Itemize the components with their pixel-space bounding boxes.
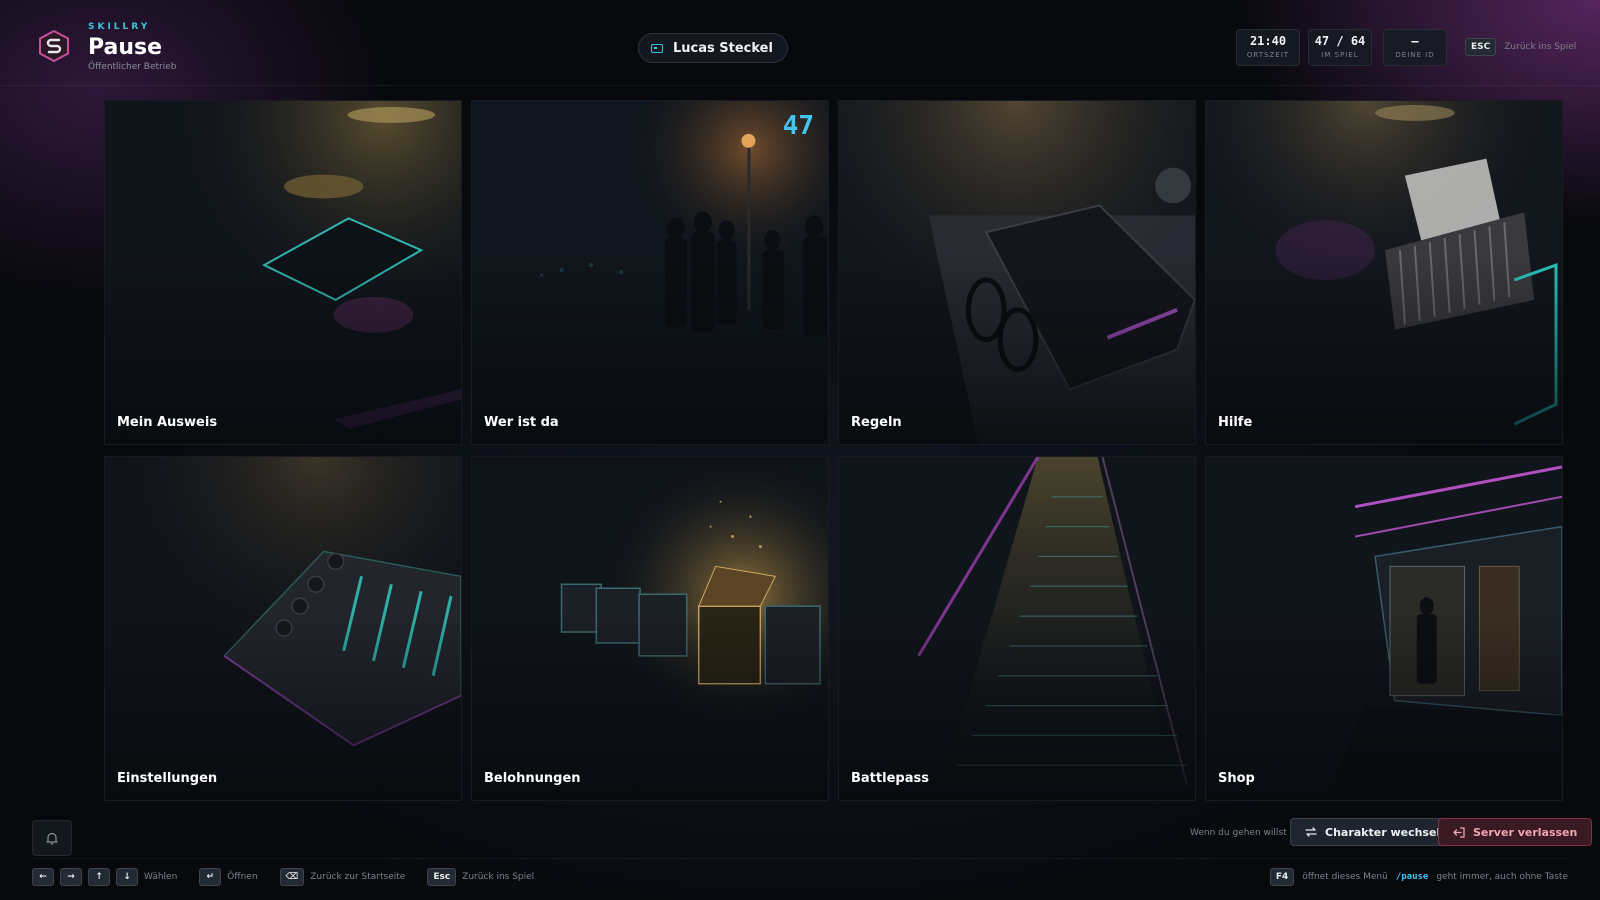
tile-battlepass[interactable]: Battlepass xyxy=(838,456,1196,801)
stat-value: 47 / 64 xyxy=(1314,34,1366,48)
notifications-button[interactable] xyxy=(32,820,72,856)
swap-icon xyxy=(1305,827,1317,837)
back-home-hint-label: Zurück zur Startseite xyxy=(310,872,406,882)
stat-players-online: 47 / 64 IM SPIEL xyxy=(1308,29,1372,66)
online-count: 47 xyxy=(782,111,814,141)
back-to-game-hint-label: Zurück ins Spiel xyxy=(462,872,535,882)
id-card-icon xyxy=(651,43,663,53)
keyboard-hints: ← → ↑ ↓ Wählen ↵ Öffnen ⌫ Zurück zur Sta… xyxy=(32,868,534,886)
tile-shade xyxy=(1206,457,1562,800)
tile-shade xyxy=(472,457,828,800)
tile-shade xyxy=(105,101,461,444)
player-name-pill[interactable]: Lucas Steckel xyxy=(638,33,788,63)
stat-label: ORTSZEIT xyxy=(1246,51,1290,59)
pause-hint-label: geht immer, auch ohne Taste xyxy=(1436,872,1568,882)
esc-key: ESC xyxy=(1465,38,1497,56)
back-to-game-hint[interactable]: ESC Zurück ins Spiel xyxy=(1465,38,1576,56)
back-to-game-label: Zurück ins Spiel xyxy=(1504,42,1577,52)
stat-value: 21:40 xyxy=(1249,34,1287,48)
tile-belohnungen[interactable]: Belohnungen xyxy=(471,456,829,801)
open-hint-label: Öffnen xyxy=(227,872,258,882)
brand-name: SKILLRY xyxy=(88,22,151,32)
tile-label: Hilfe xyxy=(1218,415,1253,430)
leave-hint-text: Wenn du gehen willst xyxy=(1190,828,1287,838)
stat-local-time: 21:40 ORTSZEIT xyxy=(1236,29,1300,66)
header: SKILLRY Pause Öffentlicher Betrieb Lucas… xyxy=(0,0,1600,86)
stat-value: – xyxy=(1411,34,1419,48)
switch-character-label: Charakter wechseln xyxy=(1325,825,1449,839)
f4-key: F4 xyxy=(1269,868,1295,886)
f4-hint-label: öffnet dieses Menü xyxy=(1302,872,1388,882)
backspace-key: ⌫ xyxy=(279,868,305,886)
tile-label: Shop xyxy=(1218,771,1255,786)
tile-label: Wer ist da xyxy=(484,415,559,430)
tile-wer-ist-da[interactable]: 47 Wer ist da xyxy=(471,100,829,445)
enter-key: ↵ xyxy=(199,868,222,886)
tile-shade xyxy=(472,101,828,444)
bell-icon xyxy=(46,832,58,845)
tile-label: Einstellungen xyxy=(117,771,218,786)
select-hint-label: Wählen xyxy=(144,872,178,882)
esc-key: Esc xyxy=(427,868,457,886)
player-name: Lucas Steckel xyxy=(673,40,773,56)
tile-shade xyxy=(105,457,461,800)
tile-einstellungen[interactable]: Einstellungen xyxy=(104,456,462,801)
stat-label: IM SPIEL xyxy=(1321,51,1359,59)
exit-icon xyxy=(1453,826,1465,838)
tile-shade xyxy=(1206,101,1562,444)
tile-label: Belohnungen xyxy=(484,771,581,786)
tile-mein-ausweis[interactable]: Mein Ausweis xyxy=(104,100,462,445)
tile-shade xyxy=(839,101,1195,444)
tile-label: Battlepass xyxy=(851,771,929,786)
server-mode: Öffentlicher Betrieb xyxy=(88,62,177,72)
menu-grid: Mein Ausweis 47 Wer ist da Regeln Hilfe … xyxy=(104,100,1563,801)
arrow-left-key: ← xyxy=(32,868,54,886)
skillry-logo-icon xyxy=(39,30,69,62)
stat-player-id: – DEINE ID xyxy=(1383,29,1447,66)
tile-hilfe[interactable]: Hilfe xyxy=(1205,100,1563,445)
tile-regeln[interactable]: Regeln xyxy=(838,100,1196,445)
arrow-down-key: ↓ xyxy=(116,868,138,886)
tile-label: Mein Ausweis xyxy=(117,415,218,430)
arrow-right-key: → xyxy=(60,868,82,886)
tile-shade xyxy=(839,457,1195,800)
pause-command: /pause xyxy=(1395,872,1429,882)
tile-label: Regeln xyxy=(851,415,902,430)
leave-server-button[interactable]: Server verlassen xyxy=(1438,818,1593,846)
leave-server-label: Server verlassen xyxy=(1473,825,1578,839)
page-title: Pause xyxy=(88,35,163,60)
menu-hints: F4 öffnet dieses Menü /pause geht immer,… xyxy=(1269,868,1568,886)
stat-label: DEINE ID xyxy=(1395,51,1435,59)
tile-shop[interactable]: Shop xyxy=(1205,456,1563,801)
arrow-up-key: ↑ xyxy=(88,868,110,886)
footer-divider xyxy=(30,858,1570,859)
